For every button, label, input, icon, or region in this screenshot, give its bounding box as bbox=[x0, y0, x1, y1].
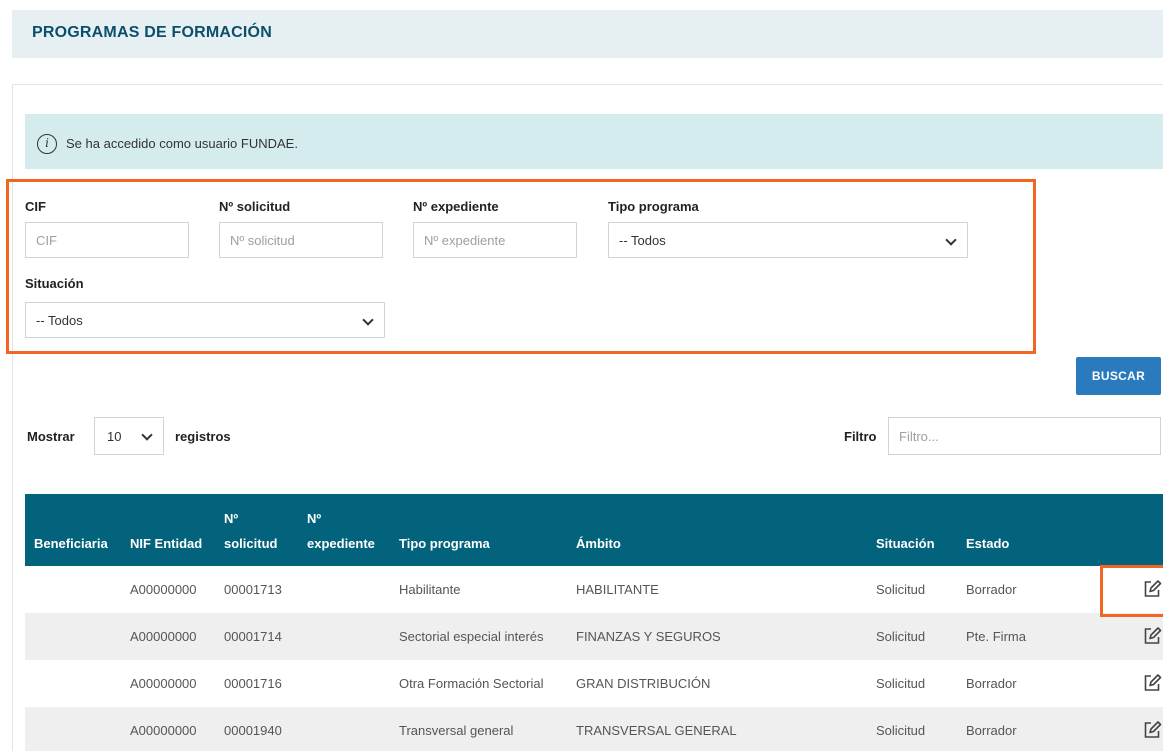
col-n-expediente-line2[interactable]: expediente bbox=[307, 536, 375, 551]
cell-estado: Pte. Firma bbox=[966, 629, 1026, 644]
table-row: A00000000 00001713 Habilitante HABILITANTE S… bbox=[25, 566, 1163, 613]
info-icon: i bbox=[37, 134, 57, 154]
show-label: Mostrar bbox=[27, 429, 75, 444]
cell-tipo: Sectorial especial interés bbox=[399, 629, 544, 644]
cell-nif: A00000000 bbox=[130, 582, 197, 597]
col-nif-entidad[interactable]: NIF Entidad bbox=[130, 536, 202, 551]
page-size-value: 10 bbox=[107, 429, 122, 444]
cell-estado: Borrador bbox=[966, 723, 1017, 738]
filter-label: Filtro bbox=[844, 429, 877, 444]
tipo-programa-label: Tipo programa bbox=[608, 199, 699, 214]
panel-border-top bbox=[12, 84, 1163, 85]
col-situacion[interactable]: Situación bbox=[876, 536, 935, 551]
n-solicitud-label: Nº solicitud bbox=[219, 199, 291, 214]
table-row: A00000000 00001714 Sectorial especial inte… bbox=[25, 613, 1163, 660]
cell-tipo: Otra Formación Sectorial bbox=[399, 676, 544, 691]
info-message: Se ha accedido como usuario FUNDAE. bbox=[66, 136, 298, 151]
chevron-down-icon bbox=[362, 314, 374, 326]
records-label: registros bbox=[175, 429, 231, 444]
col-estado[interactable]: Estado bbox=[966, 536, 1009, 551]
cell-situacion: Solicitud bbox=[876, 723, 926, 738]
n-expediente-input[interactable] bbox=[413, 222, 577, 258]
cell-solicitud: 00001716 bbox=[224, 676, 282, 691]
cell-tipo: Transversal general bbox=[399, 723, 514, 738]
cell-situacion: Solicitud bbox=[876, 582, 926, 597]
col-beneficiaria[interactable]: Beneficiaria bbox=[34, 536, 108, 551]
col-n-solicitud-line2[interactable]: solicitud bbox=[224, 536, 277, 551]
col-ambito[interactable]: Ámbito bbox=[576, 536, 621, 551]
page-size-select[interactable]: 10 bbox=[94, 417, 164, 455]
table-header: Beneficiaria NIF Entidad Nº solicitud Nº… bbox=[25, 494, 1163, 566]
col-tipo-programa[interactable]: Tipo programa bbox=[399, 536, 490, 551]
cell-ambito: GRAN DISTRIBUCIÓN bbox=[576, 676, 711, 691]
cell-ambito: HABILITANTE bbox=[576, 582, 659, 597]
cell-situacion: Solicitud bbox=[876, 676, 926, 691]
cell-ambito: TRANSVERSAL GENERAL bbox=[576, 723, 737, 738]
n-expediente-label: Nº expediente bbox=[413, 199, 499, 214]
cif-label: CIF bbox=[25, 199, 46, 214]
table-row: A00000000 00001940 Transversal general TRAN… bbox=[25, 707, 1163, 751]
cell-solicitud: 00001940 bbox=[224, 723, 282, 738]
chevron-down-icon bbox=[141, 429, 153, 441]
page-title: PROGRAMAS DE FORMACIÓN bbox=[32, 24, 272, 41]
table-filter-input[interactable] bbox=[888, 417, 1161, 455]
cell-tipo: Habilitante bbox=[399, 582, 461, 597]
edit-icon[interactable] bbox=[1142, 673, 1162, 693]
situacion-select[interactable]: -- Todos bbox=[25, 302, 385, 338]
cell-solicitud: 00001714 bbox=[224, 629, 282, 644]
cell-nif: A00000000 bbox=[130, 629, 197, 644]
situacion-label: Situación bbox=[25, 276, 84, 291]
situacion-value: -- Todos bbox=[36, 313, 83, 328]
n-solicitud-input[interactable] bbox=[219, 222, 383, 258]
cell-ambito: FINANZAS Y SEGUROS bbox=[576, 629, 721, 644]
cell-nif: A00000000 bbox=[130, 723, 197, 738]
page-header: PROGRAMAS DE FORMACIÓN bbox=[12, 10, 1163, 58]
edit-icon[interactable] bbox=[1142, 720, 1162, 740]
col-n-solicitud-line1[interactable]: Nº bbox=[224, 511, 238, 526]
cif-input[interactable] bbox=[25, 222, 189, 258]
cell-solicitud: 00001713 bbox=[224, 582, 282, 597]
chevron-down-icon bbox=[945, 234, 957, 246]
info-alert: i Se ha accedido como usuario FUNDAE. bbox=[25, 114, 1163, 169]
tipo-programa-select[interactable]: -- Todos bbox=[608, 222, 968, 258]
edit-highlight-box bbox=[1100, 565, 1163, 617]
col-n-expediente-line1[interactable]: Nº bbox=[307, 511, 321, 526]
cell-estado: Borrador bbox=[966, 582, 1017, 597]
cell-estado: Borrador bbox=[966, 676, 1017, 691]
cell-situacion: Solicitud bbox=[876, 629, 926, 644]
tipo-programa-value: -- Todos bbox=[619, 233, 666, 248]
cell-nif: A00000000 bbox=[130, 676, 197, 691]
table-row: A00000000 00001716 Otra Formación Sectoria… bbox=[25, 660, 1163, 707]
search-button[interactable]: BUSCAR bbox=[1076, 357, 1161, 395]
edit-icon[interactable] bbox=[1142, 626, 1162, 646]
